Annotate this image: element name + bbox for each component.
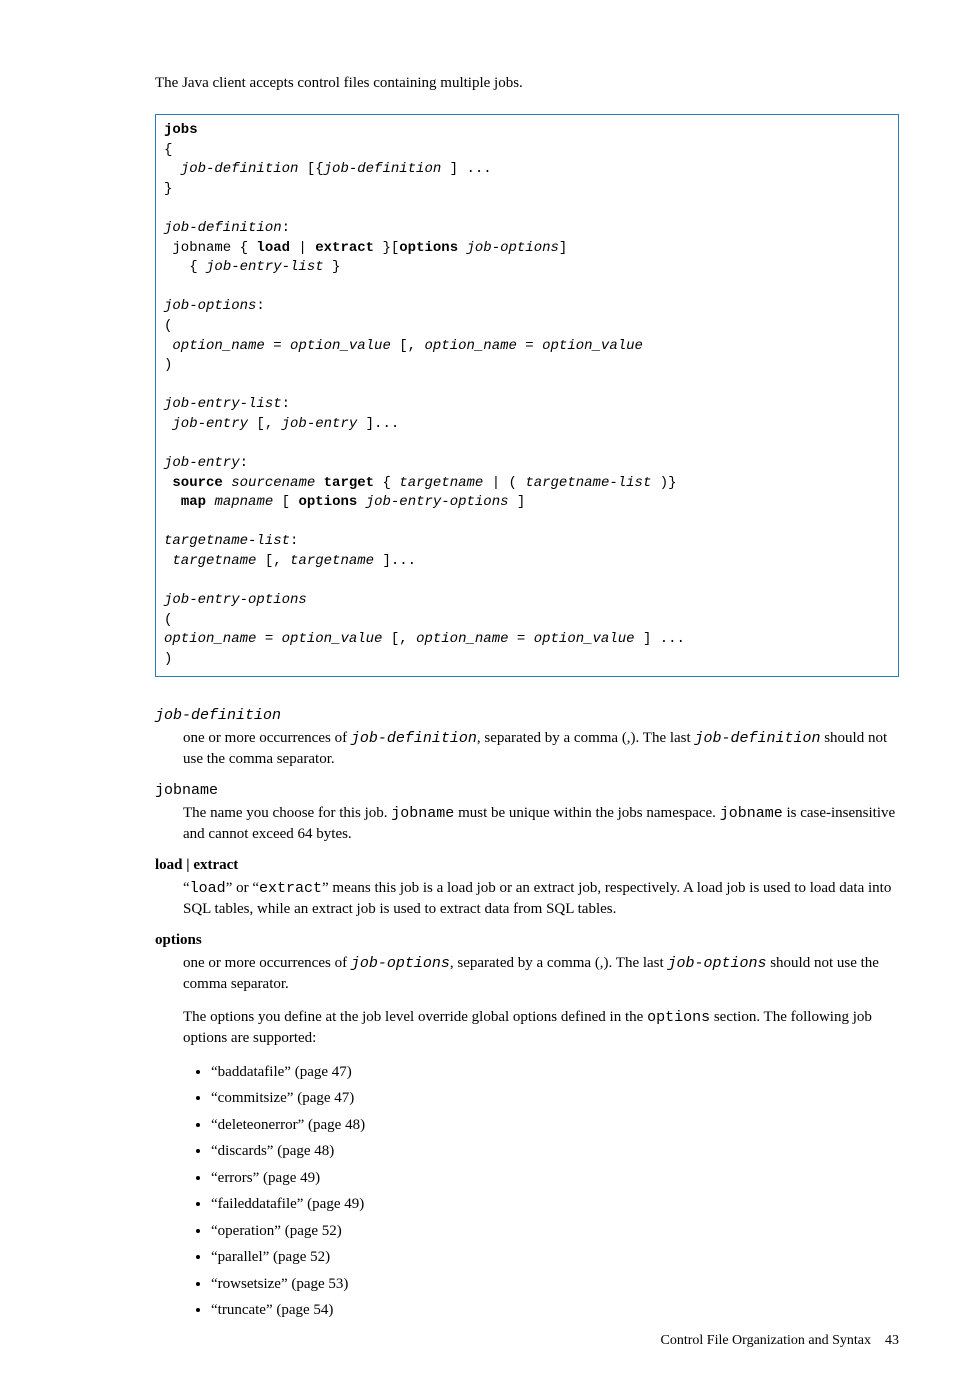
intro-text: The Java client accepts control files co… [155, 75, 899, 92]
footer-title: Control File Organization and Syntax [661, 1333, 872, 1348]
list-item: “parallel” (page 52) [211, 1246, 899, 1269]
list-item: “rowsetsize” (page 53) [211, 1273, 899, 1296]
definition-list: job-definition one or more occurrences o… [155, 707, 899, 1322]
term-options: options [155, 932, 899, 949]
options-bullet-list: “baddatafile” (page 47) “commitsize” (pa… [183, 1061, 899, 1322]
list-item: “baddatafile” (page 47) [211, 1061, 899, 1084]
list-item: “commitsize” (page 47) [211, 1087, 899, 1110]
syntax-codebox: jobs { job-definition [{job-definition ]… [155, 114, 899, 677]
term-job-definition: job-definition [155, 707, 899, 724]
term-jobname: jobname [155, 782, 899, 799]
list-item: “faileddatafile” (page 49) [211, 1193, 899, 1216]
desc-jobname: The name you choose for this job. jobnam… [183, 803, 899, 845]
list-item: “errors” (page 49) [211, 1167, 899, 1190]
desc-job-definition: one or more occurrences of job-definitio… [183, 728, 899, 770]
page-footer: Control File Organization and Syntax 43 [661, 1333, 900, 1349]
list-item: “discards” (page 48) [211, 1140, 899, 1163]
list-item: “deleteonerror” (page 48) [211, 1114, 899, 1137]
list-item: “operation” (page 52) [211, 1220, 899, 1243]
desc-options: one or more occurrences of job-options, … [183, 953, 899, 1322]
page-number: 43 [885, 1333, 899, 1348]
list-item: “truncate” (page 54) [211, 1299, 899, 1322]
desc-load-extract: “load” or “extract” means this job is a … [183, 878, 899, 920]
term-load-extract: load | extract [155, 857, 899, 874]
